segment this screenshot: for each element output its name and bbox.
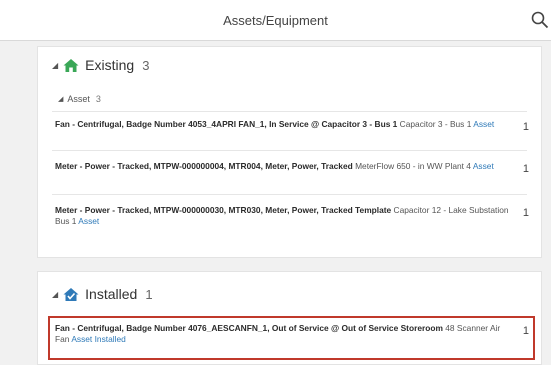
installed-home-icon bbox=[63, 287, 79, 301]
divider bbox=[52, 194, 527, 195]
item-link[interactable]: Asset bbox=[473, 119, 494, 129]
asset-sub-count: 3 bbox=[95, 94, 101, 104]
item-title: Fan - Centrifugal, Badge Number 4076_AES… bbox=[55, 323, 443, 333]
list-item[interactable]: Fan - Centrifugal, Badge Number 4076_AES… bbox=[55, 323, 515, 345]
item-quantity: 1 bbox=[522, 325, 529, 337]
divider bbox=[52, 150, 527, 151]
installed-label: Installed bbox=[85, 286, 138, 302]
existing-label: Existing bbox=[85, 57, 135, 73]
asset-subheader[interactable]: ◢ Asset 3 bbox=[58, 94, 101, 104]
installed-count: 1 bbox=[145, 286, 153, 302]
page-title: Assets/Equipment bbox=[223, 12, 328, 28]
existing-count: 3 bbox=[142, 57, 150, 73]
installed-section: ◢ Installed 1 Fan - Centrifugal, Badge N… bbox=[37, 271, 542, 365]
collapse-toggle-icon[interactable]: ◢ bbox=[52, 61, 58, 70]
installed-header[interactable]: ◢ Installed 1 bbox=[52, 286, 153, 302]
app-header: Assets/Equipment bbox=[0, 0, 551, 41]
item-title: Fan - Centrifugal, Badge Number 4053_4AP… bbox=[55, 119, 398, 129]
item-quantity: 1 bbox=[522, 163, 529, 175]
list-item[interactable]: Fan - Centrifugal, Badge Number 4053_4AP… bbox=[55, 119, 515, 130]
item-link[interactable]: Asset Installed bbox=[71, 334, 125, 344]
search-icon[interactable] bbox=[531, 11, 549, 29]
item-detail: MeterFlow 650 - in WW Plant 4 bbox=[355, 161, 471, 171]
item-detail: Capacitor 3 - Bus 1 bbox=[399, 119, 472, 129]
collapse-toggle-icon[interactable]: ◢ bbox=[58, 95, 63, 103]
item-quantity: 1 bbox=[522, 121, 529, 133]
existing-header[interactable]: ◢ Existing 3 bbox=[52, 57, 149, 73]
item-title: Meter - Power - Tracked, MTPW-000000004,… bbox=[55, 161, 353, 171]
collapse-toggle-icon[interactable]: ◢ bbox=[52, 290, 58, 299]
asset-sub-label: Asset bbox=[67, 94, 90, 104]
list-item[interactable]: Meter - Power - Tracked, MTPW-000000004,… bbox=[55, 161, 515, 172]
item-link[interactable]: Asset bbox=[473, 161, 494, 171]
home-icon bbox=[63, 58, 79, 72]
divider bbox=[52, 111, 527, 112]
item-link[interactable]: Asset bbox=[78, 216, 99, 226]
item-quantity: 1 bbox=[522, 207, 529, 219]
list-item[interactable]: Meter - Power - Tracked, MTPW-000000030,… bbox=[55, 205, 515, 227]
existing-section: ◢ Existing 3 ◢ Asset 3 Fan - Centrifugal… bbox=[37, 46, 542, 258]
item-title: Meter - Power - Tracked, MTPW-000000030,… bbox=[55, 205, 392, 215]
